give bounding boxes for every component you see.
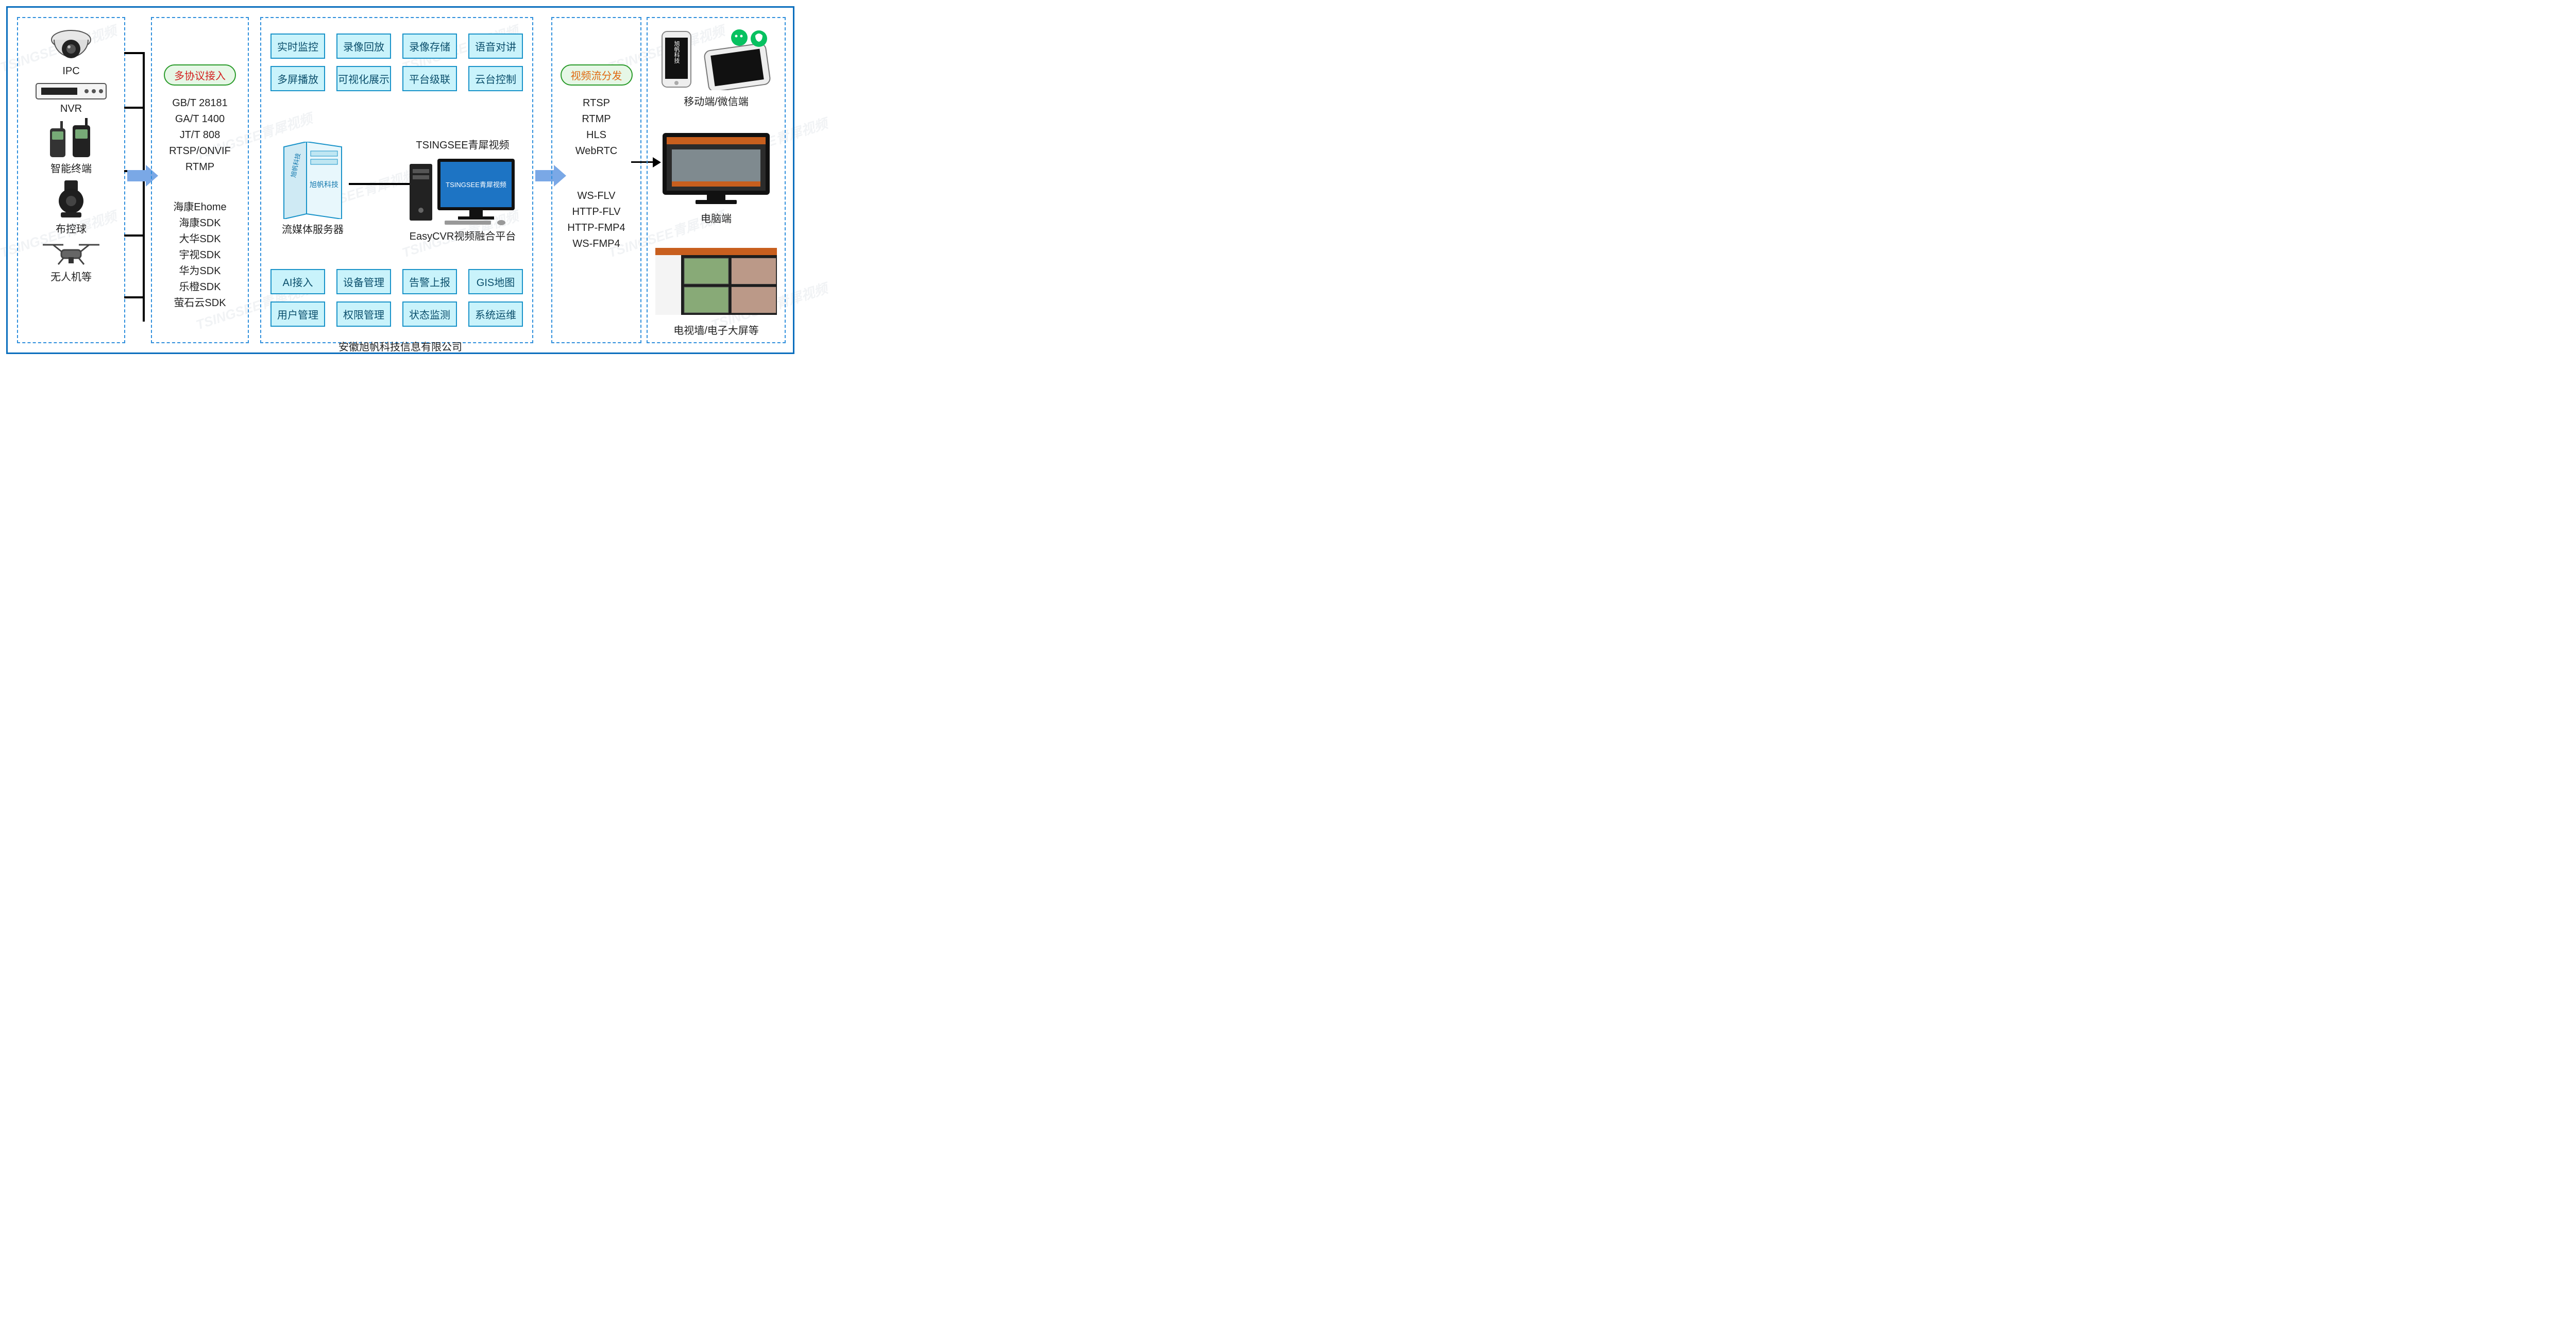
feature-tile: 告警上报 xyxy=(402,269,457,294)
sdk-item: 萤石云SDK xyxy=(152,295,248,311)
protocol-standards: GB/T 28181 GA/T 1400 JT/T 808 RTSP/ONVIF… xyxy=(152,95,248,175)
feature-tile: 语音对讲 xyxy=(468,33,523,59)
bus-tick xyxy=(124,107,145,109)
stream-proto: WebRTC xyxy=(552,143,640,159)
stream-proto: HLS xyxy=(552,127,640,143)
nvr-icon xyxy=(35,80,107,102)
feature-tile: 录像回放 xyxy=(336,33,391,59)
feature-tile: GIS地图 xyxy=(468,269,523,294)
desktop-pc-icon: TSINGSEE青犀视频 xyxy=(409,154,517,226)
sdk-item: 大华SDK xyxy=(152,231,248,247)
sdk-item: 海康Ehome xyxy=(152,199,248,215)
device-drone: 无人机等 xyxy=(38,239,105,283)
client-label: 电视墙/电子大屏等 xyxy=(673,322,759,337)
feature-tile: 多屏播放 xyxy=(270,66,325,91)
device-label: NVR xyxy=(60,103,82,115)
walkie-talkie-icon xyxy=(43,118,99,159)
dist-group-a: RTSP RTMP HLS WebRTC xyxy=(552,95,640,159)
stream-proto: WS-FLV xyxy=(552,188,640,204)
bus-tick xyxy=(124,296,145,298)
device-nvr: NVR xyxy=(35,80,107,115)
svg-text:TSINGSEE青犀视频: TSINGSEE青犀视频 xyxy=(446,181,506,189)
client-label: 移动端/微信端 xyxy=(684,93,749,108)
protocol-item: JT/T 808 xyxy=(152,127,248,143)
feature-tiles-top: 实时监控 录像回放 录像存储 语音对讲 多屏播放 可视化展示 平台级联 云台控制 xyxy=(270,33,523,91)
easycvr-platform: TSINGSEE青犀视频 TSINGSEE青犀视频 xyxy=(409,137,517,243)
server-label: 流媒体服务器 xyxy=(282,221,344,236)
feature-tile: 系统运维 xyxy=(468,301,523,327)
arrow-server-to-pc xyxy=(349,183,416,185)
feature-tile: 权限管理 xyxy=(336,301,391,327)
client-pc: 电脑端 xyxy=(659,130,773,225)
stream-proto: RTMP xyxy=(552,111,640,127)
panel-devices: IPC NVR xyxy=(17,17,125,343)
feature-tile: AI接入 xyxy=(270,269,325,294)
arrow-ingest xyxy=(127,170,147,181)
protocol-item: RTSP/ONVIF xyxy=(152,143,248,159)
device-label: 智能终端 xyxy=(50,160,92,175)
client-label: 电脑端 xyxy=(701,210,732,225)
drone-icon xyxy=(38,239,105,267)
sdk-item: 华为SDK xyxy=(152,263,248,279)
client-mobile: 旭帆科技 移动端/微信端 xyxy=(657,28,775,108)
protocol-item: GB/T 28181 xyxy=(152,95,248,111)
sdk-item: 海康SDK xyxy=(152,215,248,231)
feature-tile: 用户管理 xyxy=(270,301,325,327)
ptz-ball-icon xyxy=(53,178,89,220)
stream-proto: HTTP-FMP4 xyxy=(552,220,640,236)
monitor-icon xyxy=(659,130,773,207)
mobile-wechat-icon: 旭帆科技 xyxy=(657,28,775,90)
stream-proto: WS-FMP4 xyxy=(552,236,640,252)
feature-tile: 状态监测 xyxy=(402,301,457,327)
sdk-item: 乐橙SDK xyxy=(152,279,248,295)
svg-text:旭帆科技: 旭帆科技 xyxy=(310,180,338,189)
feature-tiles-bottom: AI接入 设备管理 告警上报 GIS地图 用户管理 权限管理 状态监测 系统运维 xyxy=(270,269,523,327)
protocol-item: GA/T 1400 xyxy=(152,111,248,127)
protocol-sdks: 海康Ehome 海康SDK 大华SDK 宇视SDK 华为SDK 乐橙SDK 萤石… xyxy=(152,199,248,311)
company-footer: 安徽旭帆科技信息有限公司 xyxy=(338,339,462,354)
stream-proto: RTSP xyxy=(552,95,640,111)
panel-distribution: 视频流分发 RTSP RTMP HLS WebRTC WS-FLV HTTP-F… xyxy=(551,17,641,343)
device-label: 无人机等 xyxy=(50,268,92,283)
media-server: 旭帆科技 旭帆科技 流媒体服务器 xyxy=(282,142,344,236)
pc-label: EasyCVR视频融合平台 xyxy=(409,228,517,243)
pill-distribute: 视频流分发 xyxy=(561,64,633,86)
panel-clients: 旭帆科技 移动端/微信端 xyxy=(647,17,786,343)
feature-tile: 设备管理 xyxy=(336,269,391,294)
feature-tile: 平台级联 xyxy=(402,66,457,91)
device-ptzball: 布控球 xyxy=(53,178,89,236)
device-label: IPC xyxy=(62,65,79,77)
feature-tile: 录像存储 xyxy=(402,33,457,59)
device-label: 布控球 xyxy=(56,221,87,236)
panel-protocols: 多协议接入 GB/T 28181 GA/T 1400 JT/T 808 RTSP… xyxy=(151,17,249,343)
feature-tile: 实时监控 xyxy=(270,33,325,59)
dome-camera-icon xyxy=(48,28,94,64)
bus-tick xyxy=(124,234,145,237)
device-bus-line xyxy=(143,52,145,322)
svg-text:旭帆科技: 旭帆科技 xyxy=(673,40,680,64)
panel-platform: 实时监控 录像回放 录像存储 语音对讲 多屏播放 可视化展示 平台级联 云台控制… xyxy=(260,17,533,343)
server-tower-icon: 旭帆科技 旭帆科技 xyxy=(282,142,344,219)
bus-tick xyxy=(124,52,145,54)
video-wall-icon xyxy=(654,247,778,319)
diagram-frame: TSINGSEE青犀视频 TSINGSEE青犀视频 TSINGSEE青犀视频 T… xyxy=(6,6,794,354)
protocol-item: RTMP xyxy=(152,159,248,175)
feature-tile: 可视化展示 xyxy=(336,66,391,91)
client-videowall: 电视墙/电子大屏等 xyxy=(654,247,778,337)
pill-ingest: 多协议接入 xyxy=(164,64,236,86)
sdk-item: 宇视SDK xyxy=(152,247,248,263)
device-terminal: 智能终端 xyxy=(43,118,99,175)
feature-tile: 云台控制 xyxy=(468,66,523,91)
stream-proto: HTTP-FLV xyxy=(552,204,640,220)
pc-brand: TSINGSEE青犀视频 xyxy=(409,137,517,152)
dist-group-b: WS-FLV HTTP-FLV HTTP-FMP4 WS-FMP4 xyxy=(552,188,640,252)
device-ipc: IPC xyxy=(48,28,94,77)
platform-midrow: 旭帆科技 旭帆科技 流媒体服务器 TSINGSEE青犀视频 TSING xyxy=(261,126,532,245)
